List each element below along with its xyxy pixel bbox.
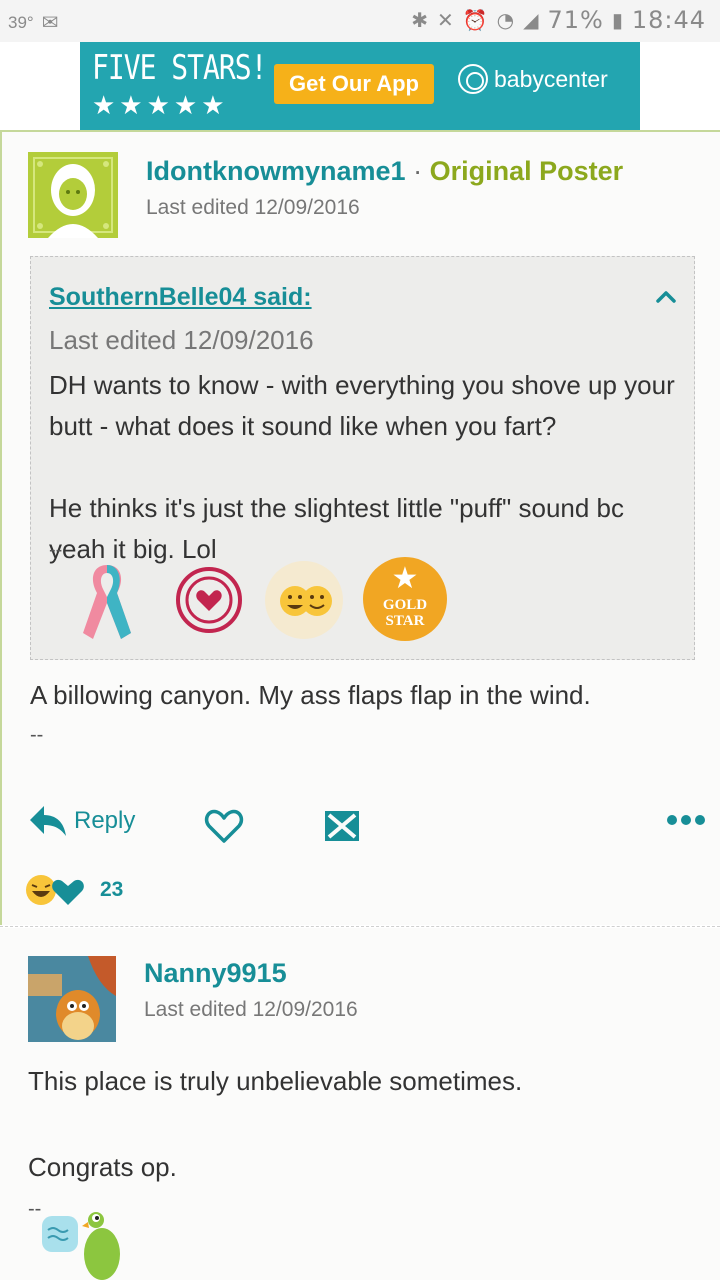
post-body-line: This place is truly unbelievable sometim… [28,1066,523,1096]
banner-stars: ★★★★★ [92,90,229,120]
battery-icon: ▮ [611,8,624,32]
post-signature: -- [30,724,44,746]
chevron-up-icon[interactable] [656,287,676,307]
smiley-faces-icon [280,586,332,616]
bluetooth-icon: ✱ [411,8,429,32]
post-reply: Nanny9915 Last edited 12/09/2016 This pl… [0,928,720,1280]
more-options-icon[interactable] [666,812,706,828]
mail-notification-icon: ✉ [41,12,59,34]
quote-body: DH wants to know - with everything you s… [49,365,679,570]
original-poster-badge: Original Poster [429,156,624,186]
wave-sticker-icon [42,1216,78,1252]
battery-level: 71% [547,6,604,34]
awareness-ribbon-icon [83,565,131,639]
post-body: A billowing canyon. My ass flaps flap in… [30,680,591,710]
signal-icon: ◢ [523,8,540,32]
wifi-icon: ◔ [496,8,516,32]
post-divider [0,926,720,927]
clock: 18:44 [631,6,706,34]
app-banner[interactable]: FIVE STARS! ★★★★★ Get Our App babycenter [80,42,640,130]
brand-name: babycenter [494,65,608,92]
gold-star-badge: ★ GOLD STAR [363,557,447,641]
babycenter-logo: babycenter [458,64,608,94]
mute-icon: ✕ [436,8,455,32]
reply-button[interactable]: Reply [28,804,135,838]
temperature: 39° [8,12,34,32]
author-link[interactable]: Nanny9915 [144,958,287,989]
edited-timestamp: Last edited 12/09/2016 [144,998,358,1021]
reply-label: Reply [74,807,136,834]
status-bar: 39° ✉ ✱ ✕ ⏰ ◔ ◢ 71% ▮ 18:44 [0,0,720,42]
avatar-illustration [28,152,118,238]
message-icon[interactable] [324,810,360,842]
post-actions: Reply [2,800,720,850]
signature-badges: ★ GOLD STAR [79,557,499,643]
heart-icon[interactable] [204,806,244,846]
signature-stickers [42,1212,120,1280]
laugh-heart-reaction-icon [26,875,84,905]
babycenter-logo-icon [458,64,488,94]
banner-headline: FIVE STARS! [92,48,267,88]
alarm-icon: ⏰ [462,8,489,32]
post-body-line: Congrats op. [28,1152,177,1182]
separator: · [413,156,423,186]
quote-author-link[interactable]: SouthernBelle04 said: [49,283,312,312]
banner-area: FIVE STARS! ★★★★★ Get Our App babycenter [0,42,720,130]
reaction-count: 23 [100,878,124,901]
smiley-badge-icon [265,561,343,639]
avatar[interactable] [28,956,116,1042]
reply-arrow-icon [30,806,66,836]
quote-edited-timestamp: Last edited 12/09/2016 [49,325,314,355]
author-link[interactable]: Idontknowmyname1 [146,156,406,186]
avatar[interactable] [28,152,118,238]
get-app-button[interactable]: Get Our App [274,64,434,104]
gold-star-label: GOLD STAR [382,597,428,629]
quote-signature: -- [49,539,63,561]
avatar-illustration [28,956,116,1042]
post-original: Idontknowmyname1 · Original Poster Last … [0,130,720,925]
edited-timestamp: Last edited 12/09/2016 [146,196,360,219]
quoted-post: SouthernBelle04 said: Last edited 12/09/… [30,256,695,660]
reactions-summary[interactable]: 23 [24,870,123,910]
heart-badge-icon [176,567,242,633]
star-icon: ★ [391,562,419,595]
parrot-icon [84,1228,120,1280]
quote-paragraph: DH wants to know - with everything you s… [49,370,675,441]
post-author-line: Idontknowmyname1 · Original Poster [146,156,623,187]
